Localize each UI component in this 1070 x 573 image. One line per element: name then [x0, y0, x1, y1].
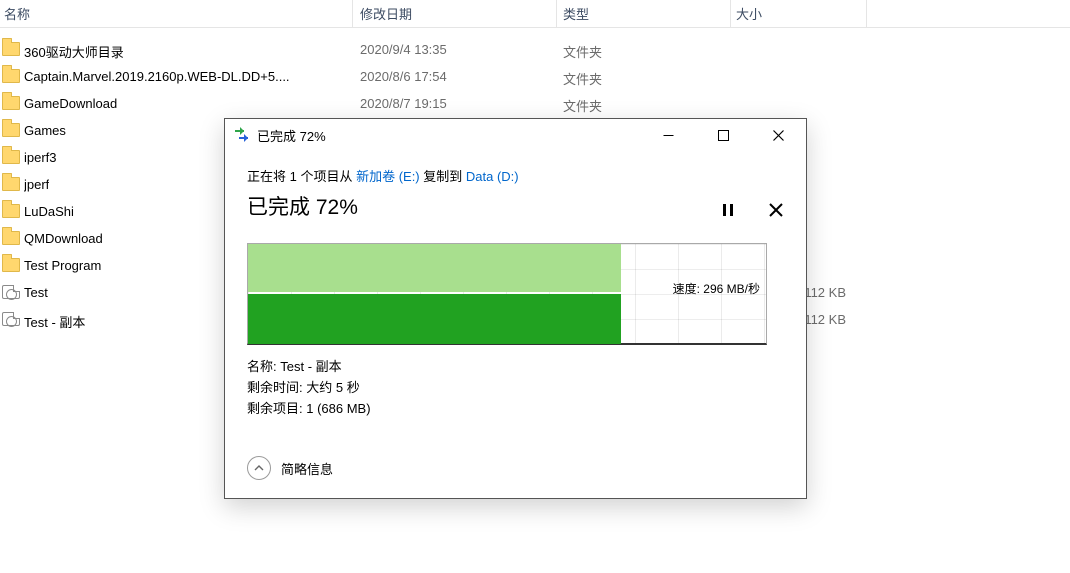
folder-icon	[2, 177, 20, 191]
simple-info-label: 简略信息	[281, 459, 333, 478]
copy-progress-dialog: 已完成 72% 正在将 1 个项目从 新加卷 (E:) 复制到 Data (D:…	[224, 118, 807, 499]
speed-chart: 速度: 296 MB/秒	[247, 243, 767, 345]
folder-icon	[2, 96, 20, 110]
file-name: Test Program	[24, 258, 101, 273]
dialog-titlebar[interactable]: 已完成 72%	[225, 119, 806, 153]
maximize-button[interactable]	[696, 119, 751, 151]
file-type: 文件夹	[563, 69, 602, 88]
column-header-name[interactable]: 名称	[4, 4, 30, 23]
close-button[interactable]	[751, 119, 806, 151]
progress-status: 已完成 72%	[247, 191, 786, 221]
detail-items: 剩余项目: 1 (686 MB)	[247, 399, 786, 420]
file-name: LuDaShi	[24, 204, 74, 219]
copy-operation-icon	[235, 128, 249, 142]
copying-middle: 复制到	[420, 169, 466, 184]
detail-time-label: 剩余时间:	[247, 380, 306, 395]
copy-details: 名称: Test - 副本 剩余时间: 大约 5 秒 剩余项目: 1 (686 …	[247, 357, 786, 419]
file-name: 360驱动大师目录	[24, 42, 124, 61]
simple-info-toggle[interactable]: 简略信息	[247, 456, 333, 480]
dialog-title: 已完成 72%	[257, 126, 326, 145]
file-name: Test - 副本	[24, 312, 85, 331]
file-type: 文件夹	[563, 42, 602, 61]
file-name: Games	[24, 123, 66, 138]
file-date: 2020/9/4 13:35	[360, 42, 447, 57]
column-header-date[interactable]: 修改日期	[360, 4, 412, 23]
detail-name-label: 名称:	[247, 359, 280, 374]
column-header-type[interactable]: 类型	[563, 4, 589, 23]
detail-name-value: Test - 副本	[280, 359, 341, 374]
detail-time-value: 大约 5 秒	[306, 380, 359, 395]
cancel-button[interactable]	[766, 199, 786, 221]
copying-prefix: 正在将 1 个项目从	[247, 169, 356, 184]
dest-drive-link[interactable]: Data (D:)	[466, 169, 519, 184]
file-name: Test	[24, 285, 48, 300]
column-separator[interactable]	[730, 0, 731, 28]
file-row[interactable]: GameDownload 2020/8/7 19:15 文件夹	[0, 92, 1070, 119]
detail-items-label: 剩余项目:	[247, 401, 306, 416]
column-header-size[interactable]: 大小	[736, 4, 762, 23]
transfer-controls	[718, 199, 786, 221]
folder-icon	[2, 258, 20, 272]
column-headers: 名称 修改日期 类型 大小	[0, 0, 1070, 28]
progress-bar	[248, 294, 621, 344]
file-name: Captain.Marvel.2019.2160p.WEB-DL.DD+5...…	[24, 69, 290, 84]
column-separator[interactable]	[352, 0, 353, 28]
speed-history-bar	[248, 244, 621, 292]
folder-icon	[2, 204, 20, 218]
detail-items-value: 1 (686 MB)	[306, 401, 370, 416]
copying-text: 正在将 1 个项目从 新加卷 (E:) 复制到 Data (D:)	[247, 166, 786, 185]
file-type: 文件夹	[563, 96, 602, 115]
detail-time: 剩余时间: 大约 5 秒	[247, 378, 786, 399]
folder-icon	[2, 123, 20, 137]
disc-image-icon	[2, 312, 20, 326]
minimize-button[interactable]	[641, 119, 696, 151]
column-separator[interactable]	[556, 0, 557, 28]
column-separator[interactable]	[866, 0, 867, 28]
file-row[interactable]: Captain.Marvel.2019.2160p.WEB-DL.DD+5...…	[0, 65, 1070, 92]
disc-image-icon	[2, 285, 20, 299]
detail-name: 名称: Test - 副本	[247, 357, 786, 378]
file-name: iperf3	[24, 150, 57, 165]
folder-icon	[2, 69, 20, 83]
file-date: 2020/8/7 19:15	[360, 96, 447, 111]
file-row[interactable]: 360驱动大师目录 2020/9/4 13:35 文件夹	[0, 38, 1070, 65]
folder-icon	[2, 231, 20, 245]
window-buttons	[641, 119, 806, 151]
file-name: jperf	[24, 177, 49, 192]
chevron-up-icon	[247, 456, 271, 480]
pause-button[interactable]	[718, 199, 738, 221]
source-drive-link[interactable]: 新加卷 (E:)	[356, 169, 420, 184]
folder-icon	[2, 42, 20, 56]
speed-label: 速度: 296 MB/秒	[673, 280, 760, 297]
file-date: 2020/8/6 17:54	[360, 69, 447, 84]
file-name: GameDownload	[24, 96, 117, 111]
file-name: QMDownload	[24, 231, 103, 246]
folder-icon	[2, 150, 20, 164]
